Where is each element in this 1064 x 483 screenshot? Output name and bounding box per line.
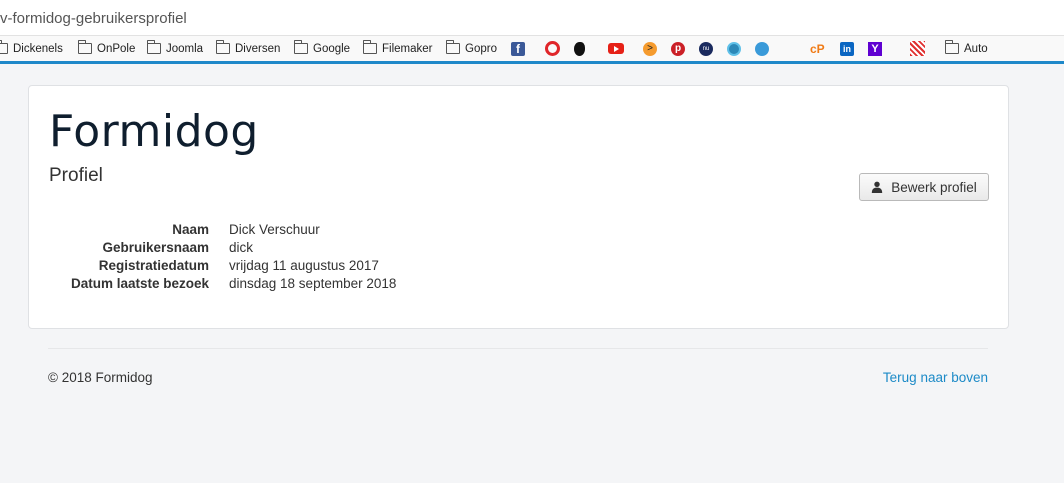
copyright: © 2018 Formidog xyxy=(48,370,153,385)
profile-value: Dick Verschuur xyxy=(229,222,320,237)
profile-card: Formidog Profiel Bewerk profiel Naam Dic… xyxy=(28,85,1009,329)
profile-value: dick xyxy=(229,240,254,255)
bookmarks-bar: Dickenels OnPole Joomla Diversen Google … xyxy=(0,36,1064,61)
opera-icon xyxy=(545,41,560,56)
profile-value: vrijdag 11 augustus 2017 xyxy=(229,258,379,273)
bookmark-youtube[interactable] xyxy=(608,40,624,57)
bookmark-folder-joomla[interactable]: Joomla xyxy=(146,40,204,57)
address-bar[interactable]: v-formidog-gebruikersprofiel xyxy=(0,0,1064,36)
profile-label: Naam xyxy=(172,222,209,237)
folder-icon xyxy=(944,40,959,54)
bookmark-nu[interactable]: nu xyxy=(699,40,713,57)
stripes-icon xyxy=(910,41,925,56)
squirrel-icon xyxy=(574,41,585,56)
bookmark-opera[interactable] xyxy=(545,40,560,57)
waze-icon xyxy=(727,41,741,56)
bookmark-label: Joomla xyxy=(166,42,204,55)
url-text[interactable]: v-formidog-gebruikersprofiel xyxy=(0,10,187,27)
bookmark-facebook[interactable]: f xyxy=(511,40,525,57)
bookmark-linkedin[interactable]: in xyxy=(840,40,854,57)
cpanel-icon: cP xyxy=(810,41,825,56)
youtube-icon xyxy=(608,43,624,54)
accent-bar xyxy=(0,61,1064,64)
bookmark-folder-auto[interactable]: Auto xyxy=(944,40,988,57)
bookmark-stripes[interactable] xyxy=(910,40,925,57)
bookmark-folder-diversen[interactable]: Diversen xyxy=(215,40,281,57)
bookmark-label: Auto xyxy=(964,42,988,55)
profile-value: dinsdag 18 september 2018 xyxy=(229,276,397,291)
bookmark-label: OnPole xyxy=(97,42,136,55)
bookmark-folder-gopro[interactable]: Gopro xyxy=(445,40,497,57)
facebook-icon: f xyxy=(511,41,525,56)
folder-icon xyxy=(0,40,8,54)
nu-icon: nu xyxy=(699,41,713,56)
user-icon xyxy=(872,181,883,193)
bookmark-label: Filemaker xyxy=(382,42,433,55)
bookmark-label: Google xyxy=(313,42,351,55)
bookmark-label: Dickenels xyxy=(13,42,63,55)
footer-divider xyxy=(48,348,988,349)
profile-label: Gebruikersnaam xyxy=(102,240,209,255)
bookmark-folder-filemaker[interactable]: Filemaker xyxy=(362,40,433,57)
bookmark-yahoo[interactable]: Y xyxy=(868,40,885,57)
folder-icon xyxy=(146,40,161,54)
yahoo-icon: Y xyxy=(868,41,885,56)
bookmark-compass[interactable] xyxy=(755,40,769,57)
brand-title: Formidog xyxy=(49,106,259,157)
bookmark-folder-google[interactable]: Google xyxy=(293,40,351,57)
bookmark-amazon[interactable]: > xyxy=(643,40,657,57)
bookmark-squirrel[interactable] xyxy=(574,40,585,57)
folder-icon xyxy=(77,40,92,54)
bookmark-cpanel[interactable]: cP xyxy=(810,40,825,57)
folder-icon xyxy=(215,40,230,54)
profile-label: Registratiedatum xyxy=(98,258,209,273)
pinterest-icon: p xyxy=(671,41,685,56)
folder-icon xyxy=(362,40,377,54)
bookmark-waze[interactable] xyxy=(727,40,741,57)
bookmark-folder-dickenels[interactable]: Dickenels xyxy=(0,40,63,57)
folder-icon xyxy=(445,40,460,54)
bookmark-label: Gopro xyxy=(465,42,497,55)
bookmark-pinterest[interactable]: p xyxy=(671,40,685,57)
compass-icon xyxy=(755,41,769,56)
edit-profile-label: Bewerk profiel xyxy=(891,179,977,195)
page-subtitle: Profiel xyxy=(49,165,103,186)
bookmark-folder-onpole[interactable]: OnPole xyxy=(77,40,136,57)
bookmark-label: Diversen xyxy=(235,42,281,55)
edit-profile-button[interactable]: Bewerk profiel xyxy=(859,173,989,201)
folder-icon xyxy=(293,40,308,54)
amazon-icon: > xyxy=(643,41,657,56)
linkedin-icon: in xyxy=(840,41,854,56)
back-to-top-link[interactable]: Terug naar boven xyxy=(883,370,988,385)
profile-label: Datum laatste bezoek xyxy=(70,276,209,291)
